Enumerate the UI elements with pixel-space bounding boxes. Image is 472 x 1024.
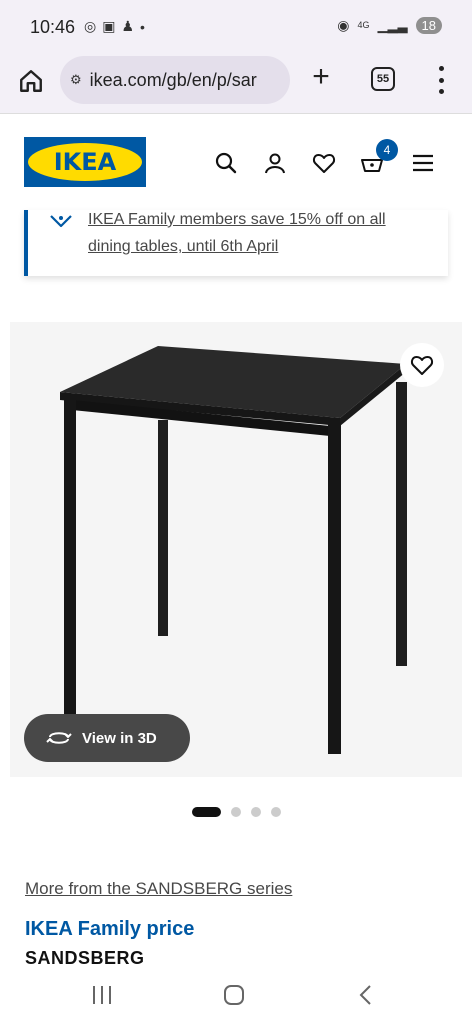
browser-toolbar: ⚙ ikea.com/gb/en/p/sar + 55 xyxy=(0,54,472,114)
promo-banner[interactable]: IKEA Family members save 15% off on all … xyxy=(24,210,448,276)
table-illustration xyxy=(60,346,407,754)
logo-text: IKEA xyxy=(53,148,117,176)
tab-switcher-button[interactable]: 55 xyxy=(371,67,395,91)
hotspot-icon: ◉ xyxy=(337,17,350,33)
site-settings-icon[interactable]: ⚙ xyxy=(70,72,82,88)
status-right: ◉ 4G ▁▂▃ 18 xyxy=(337,17,442,34)
notification-icons: ◎ ▣ ♟ • xyxy=(84,18,145,35)
carousel-dot[interactable] xyxy=(271,807,281,817)
status-time: 10:46 xyxy=(30,17,76,37)
address-bar[interactable]: ⚙ ikea.com/gb/en/p/sar xyxy=(60,56,290,104)
series-link[interactable]: More from the SANDSBERG series xyxy=(25,879,292,899)
logo-oval: IKEA xyxy=(28,143,142,181)
heart-icon xyxy=(410,356,434,375)
recent-apps-icon[interactable] xyxy=(90,984,114,1006)
whatsapp-icon: ◎ xyxy=(84,18,97,34)
product-image[interactable] xyxy=(10,322,462,777)
browser-menu-button[interactable] xyxy=(436,66,446,94)
carousel-dot[interactable] xyxy=(251,807,261,817)
screenshot-icon: ▣ xyxy=(102,18,116,34)
family-tag-icon xyxy=(50,215,72,228)
back-icon[interactable] xyxy=(356,984,376,1006)
rotate-3d-icon xyxy=(46,732,72,744)
promo-link[interactable]: IKEA Family members save 15% off on all … xyxy=(88,206,428,260)
family-price-label: IKEA Family price xyxy=(25,918,195,940)
basket-count-badge: 4 xyxy=(376,139,398,161)
carousel-dot[interactable] xyxy=(231,807,241,817)
home-icon[interactable] xyxy=(18,68,44,94)
person-icon: ♟ xyxy=(121,18,135,34)
image-carousel-indicator xyxy=(192,807,281,817)
view-in-3d-button[interactable]: View in 3D xyxy=(24,714,190,762)
system-navigation-bar xyxy=(0,966,472,1024)
battery-level: 18 xyxy=(415,17,442,34)
menu-dot xyxy=(438,89,444,94)
view-in-3d-label: View in 3D xyxy=(82,729,157,747)
ikea-logo[interactable]: IKEA xyxy=(24,137,146,187)
url-text: ikea.com/gb/en/p/sar xyxy=(89,69,257,90)
carousel-dot-active[interactable] xyxy=(192,807,221,817)
hamburger-menu-icon[interactable] xyxy=(411,151,435,175)
save-to-favourites-button[interactable] xyxy=(400,343,444,387)
more-dot-icon: • xyxy=(140,18,145,35)
home-nav-icon[interactable] xyxy=(222,984,246,1006)
new-tab-button[interactable]: + xyxy=(306,62,336,92)
network-type: 4G xyxy=(357,20,370,30)
search-icon[interactable] xyxy=(214,151,238,175)
menu-dot xyxy=(438,77,444,83)
status-bar: 10:46 ◎ ▣ ♟ • ◉ 4G ▁▂▃ 18 xyxy=(0,0,472,54)
site-header: IKEA xyxy=(0,115,472,210)
product-name: SANDSBERG xyxy=(25,948,145,966)
signal-icon: ▁▂▃ xyxy=(377,17,408,33)
favourites-icon[interactable] xyxy=(312,151,336,175)
menu-dot xyxy=(438,66,444,71)
profile-icon[interactable] xyxy=(263,151,287,175)
